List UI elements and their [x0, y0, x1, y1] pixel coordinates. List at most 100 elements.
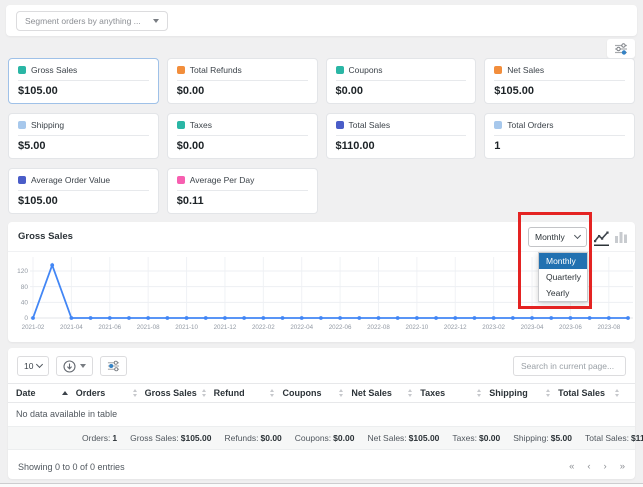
summary-net-sales: Net Sales:$105.00 — [367, 433, 439, 443]
stat-card-average-per-day[interactable]: Average Per Day$0.11 — [167, 168, 318, 214]
summary-value: $105.00 — [409, 433, 440, 443]
column-header-shipping[interactable]: Shipping — [489, 388, 558, 398]
svg-text:2022-12: 2022-12 — [444, 324, 467, 331]
column-header-total-sales[interactable]: Total Sales — [558, 388, 627, 398]
metric-color-swatch — [494, 66, 502, 74]
stat-card-coupons[interactable]: Coupons$0.00 — [326, 58, 477, 104]
metric-color-swatch — [177, 66, 185, 74]
stat-card-average-order-value[interactable]: Average Order Value$105.00 — [8, 168, 159, 214]
metric-color-swatch — [494, 121, 502, 129]
stat-card-total-refunds[interactable]: Total Refunds$0.00 — [167, 58, 318, 104]
sliders-icon — [614, 43, 628, 55]
segment-bar: Segment orders by anything ... — [6, 5, 637, 36]
sliders-icon — [107, 360, 120, 372]
column-label: Net Sales — [351, 388, 392, 398]
summary-value: $110.00 — [631, 433, 643, 443]
stat-cards: Gross Sales$105.00Total Refunds$0.00Coup… — [8, 58, 635, 214]
svg-text:2022-08: 2022-08 — [367, 324, 390, 331]
sort-down-arrow — [477, 394, 481, 397]
table-search-input[interactable] — [513, 356, 626, 376]
chevron-down-icon — [80, 364, 86, 368]
interval-select[interactable]: Monthly — [528, 227, 587, 247]
sort-ascending-icon[interactable] — [62, 391, 68, 395]
stat-card-gross-sales[interactable]: Gross Sales $105.00 — [8, 58, 159, 104]
summary-coupons: Coupons:$0.00 — [295, 433, 355, 443]
stat-card-net-sales[interactable]: Net Sales$105.00 — [484, 58, 635, 104]
column-header-orders[interactable]: Orders — [76, 388, 145, 398]
summary-value: 1 — [112, 433, 117, 443]
sort-icon[interactable] — [615, 389, 619, 397]
sort-down-arrow — [615, 394, 619, 397]
column-header-gross-sales[interactable]: Gross Sales — [145, 388, 214, 398]
stat-card-taxes[interactable]: Taxes$0.00 — [167, 113, 318, 159]
column-header-date[interactable]: Date — [16, 388, 76, 398]
stat-card-label: Total Sales — [349, 120, 391, 130]
column-header-refund[interactable]: Refund — [214, 388, 283, 398]
sort-icon[interactable] — [133, 389, 137, 397]
export-button[interactable] — [56, 356, 93, 376]
stat-card-total-sales[interactable]: Total Sales$110.00 — [326, 113, 477, 159]
stat-card-total-orders[interactable]: Total Orders1 — [484, 113, 635, 159]
download-icon — [63, 360, 76, 373]
page-size-value: 10 — [24, 361, 33, 371]
metric-color-swatch — [177, 176, 185, 184]
sort-icon[interactable] — [477, 389, 481, 397]
table-filter-button[interactable] — [100, 356, 127, 376]
interval-menu: MonthlyQuarterlyYearly — [538, 252, 588, 302]
customize-metrics-button[interactable] — [607, 39, 635, 58]
analytics-dashboard: Segment orders by anything ... Gross Sal… — [0, 0, 643, 487]
table-summary-row: Orders:1Gross Sales:$105.00Refunds:$0.00… — [8, 427, 635, 450]
sort-icon[interactable] — [339, 389, 343, 397]
divider — [336, 135, 467, 136]
summary-total-sales: Total Sales:$110.00 — [585, 433, 643, 443]
stat-card-label: Gross Sales — [31, 65, 77, 75]
divider — [494, 135, 625, 136]
svg-text:80: 80 — [21, 284, 29, 291]
pagination: « ‹ › » — [569, 462, 625, 472]
line-chart-view-button[interactable] — [594, 230, 609, 251]
chart-title: Gross Sales — [18, 231, 73, 242]
stat-card-value: $105.00 — [18, 195, 149, 207]
page-size-select[interactable]: 10 — [17, 356, 49, 376]
bar-chart-view-button[interactable] — [614, 230, 628, 249]
sort-icon[interactable] — [546, 389, 550, 397]
interval-option-monthly[interactable]: Monthly — [539, 253, 587, 269]
column-header-taxes[interactable]: Taxes — [420, 388, 489, 398]
segment-select[interactable]: Segment orders by anything ... — [16, 11, 168, 31]
chevron-down-icon — [36, 361, 43, 368]
svg-text:2022-02: 2022-02 — [252, 324, 275, 331]
column-header-coupons[interactable]: Coupons — [282, 388, 351, 398]
summary-taxes: Taxes:$0.00 — [452, 433, 500, 443]
sort-icon[interactable] — [270, 389, 274, 397]
sort-up-arrow — [133, 389, 137, 392]
table-toolbar: 10 — [8, 348, 635, 383]
sort-icon[interactable] — [408, 389, 412, 397]
stat-card-label: Coupons — [349, 65, 383, 75]
svg-text:2023-08: 2023-08 — [597, 324, 620, 331]
stat-card-label: Net Sales — [507, 65, 544, 75]
summary-value: $0.00 — [333, 433, 354, 443]
stat-card-value: $105.00 — [18, 85, 149, 97]
stat-card-label: Taxes — [190, 120, 212, 130]
svg-text:2022-10: 2022-10 — [406, 324, 429, 331]
metric-color-swatch — [18, 121, 26, 129]
stat-card-shipping[interactable]: Shipping$5.00 — [8, 113, 159, 159]
svg-text:2022-04: 2022-04 — [290, 324, 313, 331]
interval-option-yearly[interactable]: Yearly — [539, 285, 587, 301]
column-label: Orders — [76, 388, 106, 398]
sort-icon[interactable] — [202, 389, 206, 397]
svg-text:2021-02: 2021-02 — [22, 324, 45, 331]
next-page-button[interactable]: › — [604, 462, 607, 472]
column-header-net-sales[interactable]: Net Sales — [351, 388, 420, 398]
summary-orders: Orders:1 — [82, 433, 117, 443]
chevron-down-icon — [574, 232, 581, 239]
sort-up-arrow — [477, 389, 481, 392]
interval-option-quarterly[interactable]: Quarterly — [539, 269, 587, 285]
sort-down-arrow — [546, 394, 550, 397]
metric-color-swatch — [18, 176, 26, 184]
previous-page-button[interactable]: ‹ — [587, 462, 590, 472]
first-page-button[interactable]: « — [569, 462, 574, 472]
stat-card-value: $0.11 — [177, 195, 308, 207]
last-page-button[interactable]: » — [620, 462, 625, 472]
stat-card-head: Taxes — [177, 120, 308, 130]
